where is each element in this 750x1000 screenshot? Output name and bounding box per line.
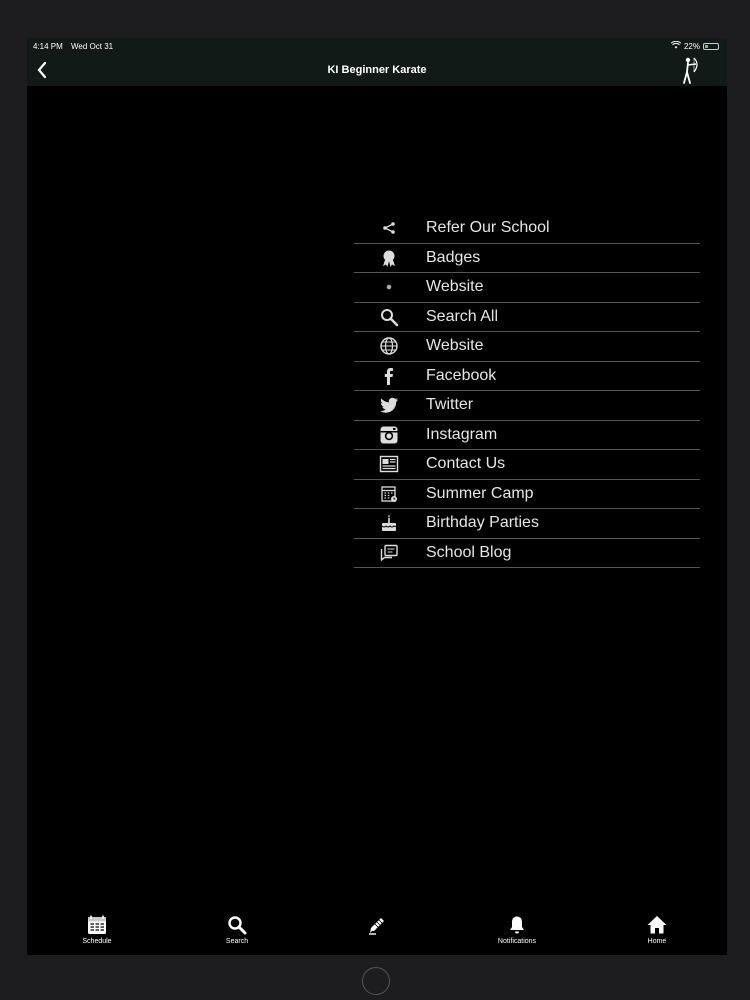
menu-item-facebook[interactable]: Facebook — [354, 362, 700, 391]
tab-search[interactable]: Search — [167, 906, 307, 955]
menu-item-label: Website — [426, 278, 484, 296]
status-time: 4:14 PM — [33, 42, 63, 51]
menu-item-label: Instagram — [426, 425, 498, 443]
search-icon — [354, 307, 424, 327]
twitter-icon — [354, 395, 424, 415]
tab-edit[interactable] — [307, 906, 447, 955]
menu-item-label: Website — [426, 337, 484, 355]
wifi-icon — [670, 40, 682, 51]
battery-icon — [703, 42, 719, 50]
menu-item-label: Twitter — [426, 396, 474, 414]
status-date: Wed Oct 31 — [71, 42, 114, 51]
share-icon — [354, 218, 424, 238]
tab-bar: Schedule Search Notifications Home — [27, 906, 727, 955]
side-menu: Refer Our School Badges Website Search A… — [354, 214, 700, 568]
dot-icon — [354, 277, 424, 297]
menu-item-label: Search All — [426, 307, 499, 325]
menu-item-label: Facebook — [426, 366, 497, 384]
menu-item-website-globe[interactable]: Website — [354, 332, 700, 362]
contact-icon — [354, 454, 424, 474]
screen: 4:14 PM Wed Oct 31 22% KI Beginner Karat… — [27, 38, 727, 955]
archer-logo-icon — [677, 56, 701, 86]
page-title: KI Beginner Karate — [327, 64, 427, 76]
menu-item-label: Birthday Parties — [426, 514, 539, 532]
search-icon — [228, 916, 247, 935]
status-right: 22% — [670, 40, 719, 51]
calendar-icon — [354, 484, 424, 504]
tab-notifications[interactable]: Notifications — [447, 906, 587, 955]
tab-label: Search — [225, 938, 249, 945]
menu-item-search-all[interactable]: Search All — [354, 303, 700, 332]
nav-bar: KI Beginner Karate — [27, 54, 727, 86]
menu-item-refer[interactable]: Refer Our School — [354, 214, 700, 244]
menu-item-twitter[interactable]: Twitter — [354, 391, 700, 421]
menu-item-summer-camp[interactable]: Summer Camp — [354, 480, 700, 509]
badge-icon — [354, 248, 424, 268]
schedule-icon — [88, 915, 106, 934]
menu-item-contact[interactable]: Contact Us — [354, 450, 700, 480]
battery-percent: 22% — [683, 41, 700, 51]
globe-icon — [354, 336, 424, 356]
tab-home[interactable]: Home — [587, 906, 727, 955]
tab-schedule[interactable]: Schedule — [27, 906, 167, 955]
menu-item-website[interactable]: Website — [354, 273, 700, 303]
facebook-icon — [354, 366, 424, 386]
menu-item-instagram[interactable]: Instagram — [354, 421, 700, 450]
pencil-icon — [369, 918, 384, 935]
menu-item-label: Summer Camp — [426, 484, 534, 502]
tab-label: Schedule — [82, 938, 112, 945]
menu-item-birthday[interactable]: Birthday Parties — [354, 509, 700, 539]
device-home-button[interactable] — [362, 967, 390, 995]
menu-item-label: School Blog — [426, 543, 512, 561]
blog-icon — [354, 543, 424, 563]
status-bar: 4:14 PM Wed Oct 31 22% — [27, 38, 727, 54]
menu-item-badges[interactable]: Badges — [354, 244, 700, 273]
instagram-icon — [354, 425, 424, 445]
tab-label: Home — [647, 938, 667, 945]
cake-icon — [354, 513, 424, 533]
menu-item-label: Contact Us — [426, 455, 506, 473]
menu-item-blog[interactable]: School Blog — [354, 539, 700, 568]
device-frame: 4:14 PM Wed Oct 31 22% KI Beginner Karat… — [0, 0, 750, 1000]
home-icon — [647, 916, 667, 934]
tab-label: Notifications — [497, 938, 537, 945]
bell-icon — [510, 916, 524, 934]
menu-item-label: Badges — [426, 248, 481, 266]
menu-item-label: Refer Our School — [426, 219, 550, 237]
